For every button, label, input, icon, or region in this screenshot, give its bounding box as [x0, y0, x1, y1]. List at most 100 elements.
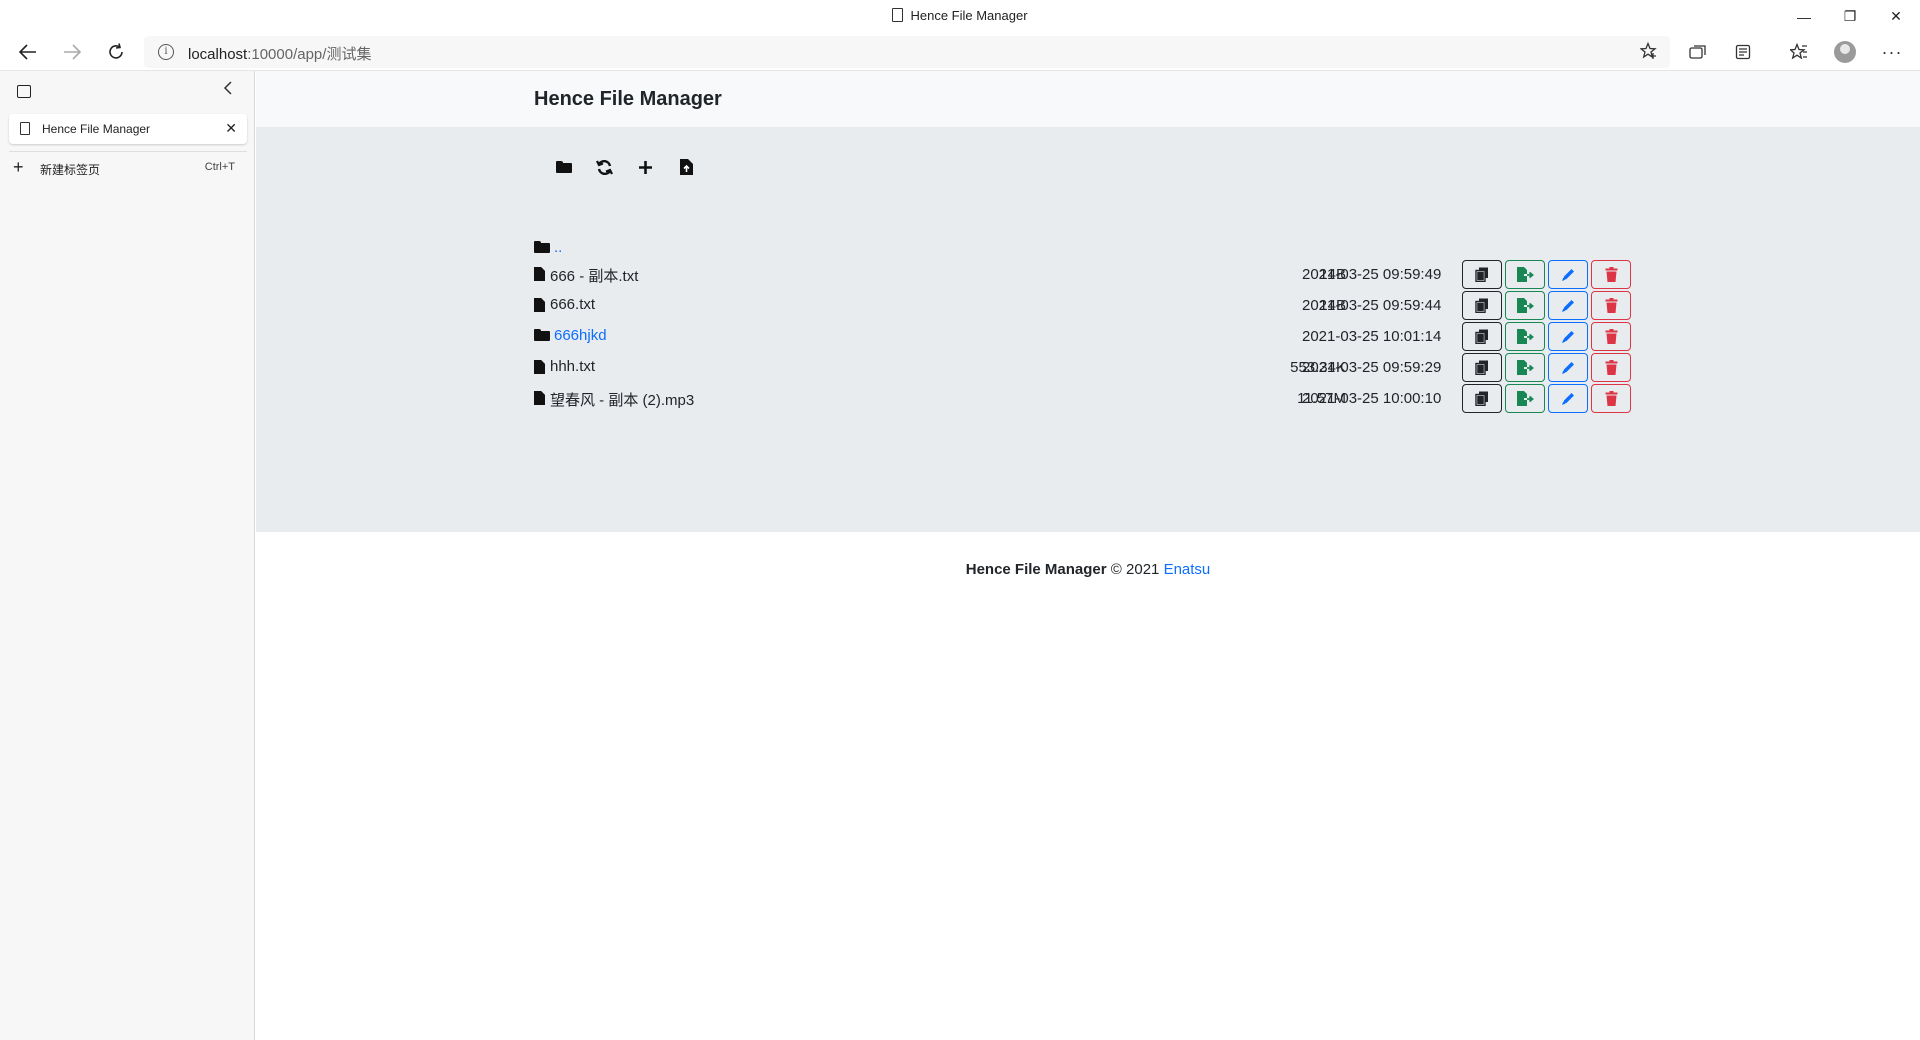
edit-button[interactable]	[1548, 260, 1588, 289]
delete-button[interactable]	[1591, 291, 1631, 320]
trash-icon	[1605, 391, 1617, 406]
plus-icon	[639, 160, 652, 174]
row-actions	[1462, 291, 1631, 320]
collections-icon[interactable]	[1683, 37, 1713, 67]
file-name[interactable]: 666 - 副本.txt	[550, 265, 638, 286]
brand-title[interactable]: Hence File Manager	[534, 88, 722, 111]
window-title: Hence File Manager	[0, 8, 1920, 23]
move-button[interactable]	[1505, 260, 1545, 289]
edit-button[interactable]	[1548, 322, 1588, 351]
forward-button[interactable]	[57, 37, 87, 67]
delete-button[interactable]	[1591, 322, 1631, 351]
web-page: Hence File Manager .. 666 - 副本.txt 14B 202…	[256, 71, 1920, 1040]
reload-icon	[109, 43, 123, 59]
copy-icon	[1475, 298, 1488, 313]
url-text[interactable]: localhost:10000/app/测试集	[188, 43, 371, 64]
copy-button[interactable]	[1462, 291, 1502, 320]
profile-avatar[interactable]	[1830, 37, 1860, 67]
file-row: 666hjkd 2021-03-25 10:01:14	[534, 322, 1634, 352]
file-name[interactable]: 666.txt	[550, 296, 595, 313]
move-icon	[1516, 298, 1534, 313]
vertical-tabs-sidebar: Hence File Manager ✕ + 新建标签页 Ctrl+T	[0, 71, 255, 1040]
minimize-button[interactable]: —	[1781, 0, 1827, 33]
file-row: 望春风 - 副本 (2).mp3 11.57M 2021-03-25 10:00:1…	[534, 384, 1634, 414]
divider	[9, 151, 247, 152]
action-toolbar	[543, 152, 707, 182]
navbar: Hence File Manager	[256, 71, 1920, 127]
info-icon[interactable]: i	[158, 44, 174, 60]
edit-icon	[1561, 269, 1574, 281]
footer-brand: Hence File Manager	[965, 561, 1107, 578]
new-tab-button[interactable]: + 新建标签页 Ctrl+T	[13, 158, 245, 180]
favorites-icon[interactable]	[1784, 37, 1814, 67]
page-icon	[892, 8, 904, 22]
delete-button[interactable]	[1591, 384, 1631, 413]
edit-button[interactable]	[1548, 353, 1588, 382]
copy-button[interactable]	[1462, 353, 1502, 382]
folder-icon	[534, 329, 550, 341]
trash-icon	[1605, 298, 1617, 313]
footer: Hence File Manager © 2021 Enatsu	[256, 561, 1920, 578]
upload-button[interactable]	[666, 152, 707, 182]
arrow-right-icon	[64, 44, 81, 60]
copy-button[interactable]	[1462, 322, 1502, 351]
collapse-sidebar-icon[interactable]	[223, 81, 233, 100]
delete-button[interactable]	[1591, 353, 1631, 382]
file-row: 666 - 副本.txt 14B 2021-03-25 09:59:49	[534, 260, 1634, 290]
page-icon	[20, 122, 30, 135]
footer-author-link[interactable]: Enatsu	[1164, 561, 1211, 578]
copy-icon	[1475, 329, 1488, 344]
close-window-button[interactable]: ✕	[1873, 0, 1919, 33]
copy-button[interactable]	[1462, 260, 1502, 289]
reload-button[interactable]	[101, 37, 131, 67]
row-actions	[1462, 384, 1631, 413]
reading-view-icon[interactable]	[1728, 37, 1758, 67]
trash-icon	[1605, 329, 1617, 344]
more-menu-icon[interactable]: ···	[1877, 37, 1907, 67]
file-name[interactable]: hhh.txt	[550, 358, 595, 375]
window-titlebar: Hence File Manager — ❐ ✕	[0, 0, 1920, 33]
tab-hence-file-manager[interactable]: Hence File Manager ✕	[9, 114, 247, 144]
address-bar[interactable]: i localhost:10000/app/测试集	[144, 36, 1670, 68]
back-button[interactable]	[13, 37, 43, 67]
file-list-panel: .. 666 - 副本.txt 14B 2021-03-25 09:59:49 666…	[256, 127, 1920, 532]
parent-directory-link[interactable]: ..	[554, 239, 562, 256]
restore-button[interactable]: ❐	[1827, 0, 1873, 33]
edit-button[interactable]	[1548, 291, 1588, 320]
new-file-button[interactable]	[625, 152, 666, 182]
new-folder-button[interactable]	[543, 152, 584, 182]
refresh-button[interactable]	[584, 152, 625, 182]
move-icon	[1516, 391, 1534, 406]
avatar[interactable]	[1834, 41, 1856, 63]
move-icon	[1516, 329, 1534, 344]
add-favorite-icon[interactable]	[1639, 41, 1658, 65]
copy-button[interactable]	[1462, 384, 1502, 413]
delete-button[interactable]	[1591, 260, 1631, 289]
tab-label[interactable]: Hence File Manager	[42, 122, 150, 136]
edit-button[interactable]	[1548, 384, 1588, 413]
edit-icon	[1561, 362, 1574, 374]
move-icon	[1516, 267, 1534, 282]
file-date: 2021-03-25 09:59:29	[1302, 359, 1442, 376]
move-icon	[1516, 360, 1534, 375]
plus-icon: +	[13, 157, 24, 177]
file-icon	[534, 391, 545, 405]
move-button[interactable]	[1505, 353, 1545, 382]
edit-icon	[1561, 300, 1574, 312]
trash-icon	[1605, 360, 1617, 375]
file-row: 666.txt 14B 2021-03-25 09:59:44	[534, 291, 1634, 321]
file-icon	[534, 298, 545, 312]
file-name[interactable]: 666hjkd	[554, 327, 607, 344]
shortcut-label: Ctrl+T	[204, 161, 235, 173]
file-icon	[534, 267, 545, 281]
close-tab-icon[interactable]: ✕	[225, 120, 237, 137]
tab-actions-icon[interactable]	[17, 85, 31, 98]
move-button[interactable]	[1505, 291, 1545, 320]
move-button[interactable]	[1505, 384, 1545, 413]
row-actions	[1462, 260, 1631, 289]
file-name[interactable]: 望春风 - 副本 (2).mp3	[550, 389, 694, 410]
footer-copyright: © 2021	[1106, 561, 1164, 578]
move-button[interactable]	[1505, 322, 1545, 351]
file-row: hhh.txt 553.34K 2021-03-25 09:59:29	[534, 353, 1634, 383]
folder-icon	[534, 241, 550, 253]
